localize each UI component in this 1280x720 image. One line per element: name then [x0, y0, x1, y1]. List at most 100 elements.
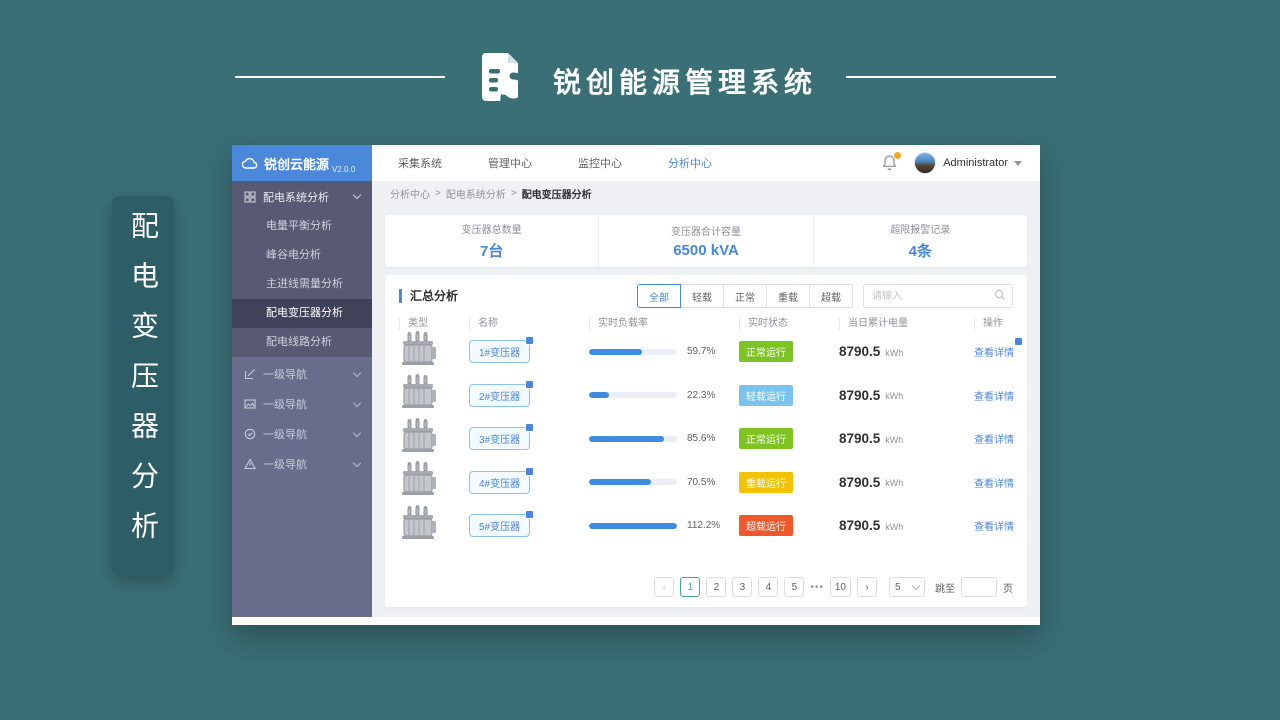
transformer-image [399, 330, 441, 373]
table-row: 4#变压器 70.5% 重载运行 8790.5 kWh 查看详情 [399, 461, 1014, 505]
view-details-link[interactable]: 查看详情 [974, 431, 1014, 446]
sidebar-item-transformer-analysis[interactable]: 配电变压器分析 [232, 299, 372, 328]
transformer-name-button[interactable]: 1#变压器 [469, 336, 535, 364]
pagination-page-3[interactable]: 3 [732, 577, 753, 597]
pagination-page-2[interactable]: 2 [706, 577, 727, 597]
page-size-select[interactable]: 5 [889, 577, 925, 597]
transformer-image [399, 504, 441, 547]
transformer-name-button[interactable]: 3#变压器 [469, 423, 535, 451]
filter-all-button[interactable]: 全部 [637, 284, 681, 308]
vertical-page-label: 配电变压器分析 [112, 196, 174, 576]
view-details-link[interactable]: 查看详情 [974, 337, 1023, 359]
table-row: 3#变压器 85.6% 正常运行 8790.5 kWh 查看详情 [399, 417, 1014, 461]
alarm-badge [525, 510, 535, 520]
alarm-badge [525, 466, 535, 476]
breadcrumb-separator: > [435, 188, 441, 199]
status-badge: 重载运行 [739, 471, 793, 493]
pagination-next-button[interactable]: › [857, 577, 877, 597]
system-title: 锐创能源管理系统 [553, 67, 818, 98]
breadcrumb-separator: > [510, 188, 517, 199]
breadcrumb-current: 配电变压器分析 [521, 190, 592, 201]
sidebar-group-nav-1[interactable]: 一级导航 [232, 359, 372, 389]
image-icon [244, 399, 256, 409]
chevron-down-icon [911, 581, 921, 591]
check-circle-icon [244, 428, 256, 440]
filter-overload-button[interactable]: 超载 [809, 284, 853, 308]
energy-unit: kWh [885, 478, 904, 489]
sidebar-item-peak-valley[interactable]: 峰谷电分析 [232, 241, 372, 270]
energy-unit: kWh [885, 434, 904, 445]
chevron-down-icon [352, 428, 362, 437]
status-badge: 轻载运行 [739, 384, 793, 406]
view-details-link[interactable]: 查看详情 [974, 518, 1014, 533]
column-header-daily-energy: 当日累计电量 [839, 318, 974, 330]
transformer-image [399, 461, 441, 503]
pagination-page-4[interactable]: 4 [758, 577, 779, 597]
app-logo[interactable]: 锐创云能源 V2.0.0 [232, 145, 372, 181]
pagination-page-5[interactable]: 5 [784, 577, 805, 597]
energy-value: 8790.5 [839, 474, 881, 490]
filter-light-load-button[interactable]: 轻载 [680, 284, 724, 308]
view-details-link[interactable]: 查看详情 [974, 388, 1014, 403]
status-badge: 正常运行 [739, 341, 793, 363]
user-name[interactable]: Administrator [943, 157, 1008, 169]
table-row: 2#变压器 22.3% 轻载运行 8790.5 kWh 查看详情 [399, 374, 1014, 418]
breadcrumb-item[interactable]: 配电系统分析 [446, 186, 506, 201]
transformer-name-button[interactable]: 4#变压器 [469, 466, 535, 494]
status-badge: 超载运行 [739, 515, 793, 537]
alarm-badge [1014, 337, 1023, 347]
filter-heavy-load-button[interactable]: 重载 [766, 284, 810, 308]
caret-down-icon[interactable] [1014, 160, 1022, 166]
sidebar-group-nav-4[interactable]: 一级导航 [232, 449, 372, 479]
decorative-line-left [235, 76, 445, 78]
pagination-prev-button[interactable]: ‹ [654, 577, 675, 597]
column-header-type: 类型 [399, 318, 469, 330]
breadcrumb-item[interactable]: 分析中心 [390, 186, 430, 201]
energy-value: 8790.5 [839, 344, 881, 360]
search-icon [994, 289, 1006, 301]
load-percentage: 22.3% [687, 389, 716, 401]
column-header-load-rate: 实时负载率 [589, 318, 739, 330]
energy-value: 8790.5 [839, 431, 881, 447]
app-logo-text: 锐创云能源 [264, 156, 330, 172]
sidebar: 锐创云能源 V2.0.0 配电系统分析 电量平衡分析 峰谷电分析 主进线需量分析… [232, 145, 372, 617]
chevron-down-icon [352, 458, 362, 467]
energy-unit: kWh [885, 391, 904, 402]
transformer-name-button[interactable]: 2#变压器 [469, 379, 535, 407]
topnav-analysis-center[interactable]: 分析中心 [668, 155, 712, 171]
load-progress-bar [589, 392, 677, 399]
sidebar-item-power-balance[interactable]: 电量平衡分析 [232, 212, 372, 241]
load-progress-bar [589, 435, 677, 442]
stat-total-capacity: 变压器合计容量 6500 kVA [598, 215, 812, 267]
user-avatar[interactable] [914, 152, 937, 174]
topnav-collection-system[interactable]: 采集系统 [398, 155, 442, 171]
column-header-status: 实时状态 [739, 318, 839, 330]
view-details-link[interactable]: 查看详情 [974, 475, 1014, 490]
sidebar-item-main-line-demand[interactable]: 主进线需量分析 [232, 270, 372, 299]
sidebar-group-nav-2[interactable]: 一级导航 [232, 389, 372, 419]
stat-alarm-records: 超限报警记录 4条 [812, 215, 1027, 267]
alarm-badge [525, 379, 535, 389]
sidebar-group-label: 配电系统分析 [263, 191, 329, 204]
pagination-page-1[interactable]: 1 [680, 577, 701, 597]
transformer-name-button[interactable]: 5#变压器 [469, 510, 535, 538]
filter-normal-button[interactable]: 正常 [723, 284, 767, 308]
sidebar-item-line-analysis[interactable]: 配电线路分析 [232, 328, 372, 357]
sidebar-group-header[interactable]: 配电系统分析 [232, 181, 372, 212]
page-jump-input[interactable] [961, 577, 997, 597]
dashboard-bottom-strip [232, 617, 1040, 625]
breadcrumb: 分析中心 > 配电系统分析 > 配电变压器分析 [372, 181, 1040, 207]
sidebar-group-nav-3[interactable]: 一级导航 [232, 419, 372, 449]
page-unit-label: 页 [1003, 583, 1013, 595]
topnav-monitoring-center[interactable]: 监控中心 [578, 155, 622, 171]
status-badge: 正常运行 [739, 428, 793, 450]
energy-value: 8790.5 [839, 518, 881, 534]
pagination-ellipsis[interactable]: ••• [810, 582, 824, 593]
topnav-management-center[interactable]: 管理中心 [488, 155, 532, 171]
decorative-line-right [846, 76, 1056, 78]
cloud-icon [242, 157, 258, 169]
energy-value: 8790.5 [839, 387, 881, 403]
pagination-page-10[interactable]: 10 [829, 577, 851, 597]
search-input[interactable] [863, 284, 1013, 308]
notification-bell-icon[interactable] [882, 151, 903, 172]
